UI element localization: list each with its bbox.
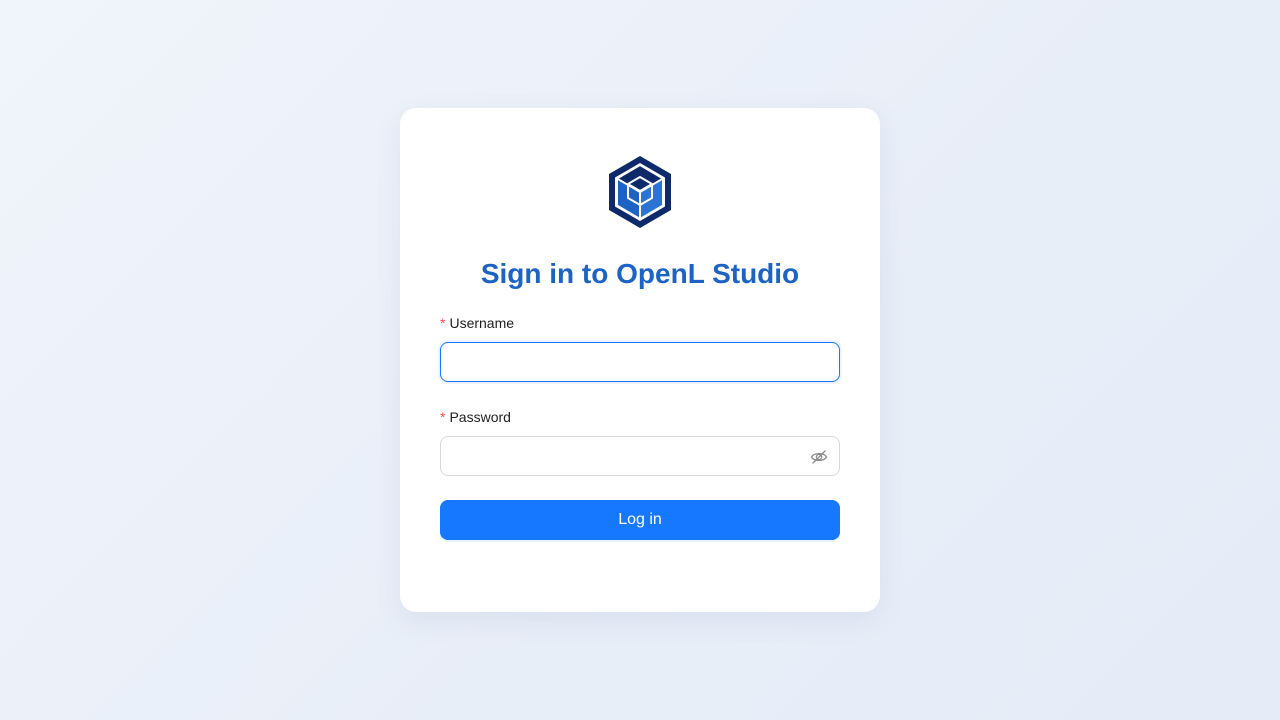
password-label: * Password <box>440 407 511 427</box>
password-label-text: Password <box>449 409 511 425</box>
required-mark: * <box>440 315 446 331</box>
username-label-text: Username <box>449 315 515 331</box>
eye-slash-icon[interactable] <box>810 448 828 466</box>
username-field-wrapper <box>440 342 840 382</box>
username-input[interactable] <box>441 343 839 381</box>
login-button[interactable]: Log in <box>440 500 840 540</box>
required-mark: * <box>440 409 446 425</box>
hexagon-cube-logo-icon <box>609 156 671 228</box>
password-input[interactable] <box>441 437 839 475</box>
page-title: Sign in to OpenL Studio <box>480 258 800 289</box>
password-field-wrapper <box>440 436 840 476</box>
username-label: * Username <box>440 313 514 333</box>
login-card: Sign in to OpenL Studio * Username * Passw… <box>400 108 880 612</box>
